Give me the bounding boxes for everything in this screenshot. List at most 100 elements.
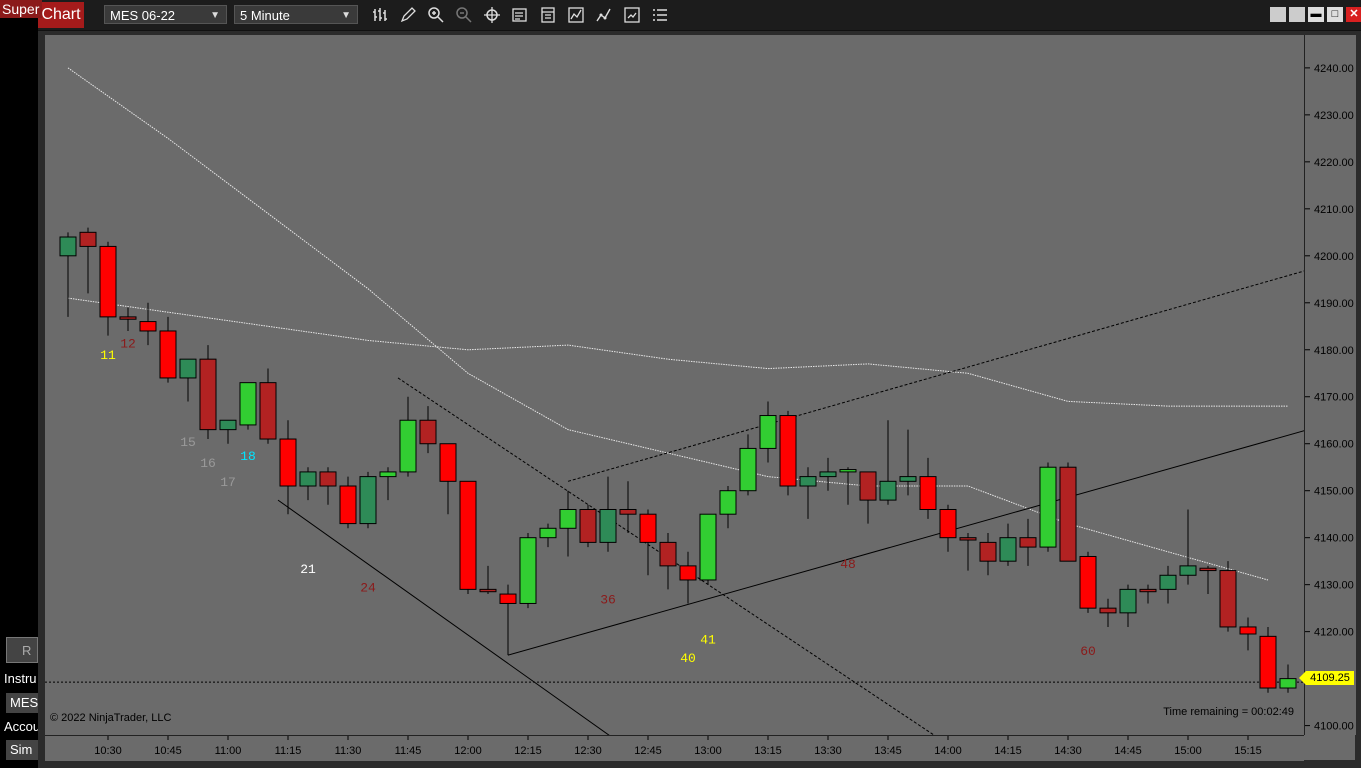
price-tick-label: 4200.00 [1314,251,1354,263]
candle-body [799,476,817,487]
candle-body [439,443,457,482]
indicators-icon[interactable] [566,5,586,25]
r-button[interactable]: R [6,637,38,663]
candle-body [879,480,897,501]
chart-panel[interactable]: 11 12 15 16 17 18 21 24 36 40 41 48 60 4240.00 4230.0… [45,35,1356,761]
left-panel: Super R Instru MES Accou Sim [0,0,42,768]
candle-body [279,438,297,487]
time-tick-label: 10:30 [94,745,122,757]
candle-body [579,508,597,543]
bar-type-icon[interactable] [370,5,390,25]
candle-body [379,471,397,478]
chevron-down-icon: ▼ [210,10,220,21]
bar-count-label: 60 [1080,644,1096,659]
data-box-icon[interactable] [510,5,530,25]
strategies-icon[interactable] [594,5,614,25]
price-tick-label: 4190.00 [1314,298,1354,310]
zoom-in-icon[interactable] [426,5,446,25]
price-tick-label: 4150.00 [1314,486,1354,498]
time-tick-label: 10:45 [154,745,182,757]
zoom-out-icon[interactable] [454,5,474,25]
chart-toolbar: Chart MES 06-22 ▼ 5 Minute ▼ ▬ □ ✕ [38,0,1361,31]
candle-body [159,330,177,379]
candle-body [979,541,997,562]
candle-body [759,415,777,449]
time-tick-label: 15:00 [1174,745,1202,757]
candle-body [999,537,1017,562]
time-tick-label: 14:30 [1054,745,1082,757]
candle-body [79,231,97,247]
time-axis[interactable]: 10:30 10:45 11:00 11:15 11:30 11:45 12:00 12:15… [45,735,1304,761]
interval-selector[interactable]: 5 Minute ▼ [234,5,358,24]
bar-count-label: 48 [840,557,856,572]
price-axis[interactable]: 4240.00 4230.00 4220.00 4210.00 4200.00 4190.… [1304,35,1356,735]
chart-tab[interactable]: Chart [38,2,84,28]
time-tick-label: 13:15 [754,745,782,757]
tile-icon[interactable] [1289,7,1305,22]
candle-body [719,490,737,515]
close-icon[interactable]: ✕ [1346,7,1361,22]
time-tick-label: 12:45 [634,745,662,757]
time-tick-label: 11:30 [335,745,362,757]
bar-count-label: 17 [220,475,236,490]
price-tick-label: 4220.00 [1314,157,1354,169]
pencil-icon[interactable] [398,5,418,25]
account-field[interactable]: Sim [6,740,38,760]
trendline [277,499,610,735]
minimize-icon[interactable]: ▬ [1308,7,1324,22]
candle-body [899,476,917,482]
instrument-field[interactable]: MES [6,693,38,713]
chevron-down-icon: ▼ [341,10,351,21]
copyright-text: © 2022 NinjaTrader, LLC [50,712,172,724]
price-tick-label: 4170.00 [1314,392,1354,404]
price-tick-label: 4160.00 [1314,439,1354,451]
candle-body [479,588,497,593]
price-plot[interactable]: 11 12 15 16 17 18 21 24 36 40 41 48 60 [45,35,1304,735]
maximize-icon[interactable]: □ [1327,7,1343,22]
bar-count-label: 40 [680,651,696,666]
bar-count-label: 11 [100,348,116,363]
candle-body [419,419,437,445]
fast-moving-average-line [67,67,1269,581]
time-remaining-text: Time remaining = 00:02:49 [1163,706,1294,718]
candle-body [699,513,717,581]
candle-body [679,565,697,581]
super-dom-tab[interactable]: Super [0,0,42,18]
time-tick-label: 13:00 [694,745,722,757]
time-tick-label: 12:15 [514,745,542,757]
candle-body [239,382,257,426]
properties-icon[interactable] [538,5,558,25]
instrument-selector[interactable]: MES 06-22 ▼ [104,5,227,24]
candle-body [1019,537,1037,548]
price-tick-label: 4130.00 [1314,580,1354,592]
bar-count-label: 12 [120,336,136,351]
candle-body [779,415,797,487]
candle-body [859,471,877,501]
candle-body [1179,565,1197,576]
candle-body [259,382,277,440]
candle-body [199,358,217,431]
candle-body [959,537,977,541]
instrument-label: Instru [4,671,37,686]
candle-body [119,316,137,320]
candle-body [599,508,617,543]
price-tick-label: 4240.00 [1314,63,1354,75]
price-tick-label: 4140.00 [1314,533,1354,545]
time-tick-label: 12:30 [574,745,602,757]
time-tick-label: 11:45 [395,745,422,757]
crosshair-icon[interactable] [482,5,502,25]
bar-count-label: 21 [300,562,316,577]
candle-body [1219,570,1237,628]
candle-body [319,471,337,487]
candle-body [459,480,477,590]
bar-count-label: 18 [240,449,256,464]
candle-body [1039,466,1057,548]
tile-icon[interactable] [1270,7,1286,22]
candle-body [1139,588,1157,593]
candle-body [539,527,557,539]
templates-icon[interactable] [622,5,642,25]
price-tick-label: 4120.00 [1314,627,1354,639]
menu-list-icon[interactable] [650,5,670,25]
bar-count-label: 36 [600,592,616,607]
instrument-value: MES 06-22 [110,8,176,23]
